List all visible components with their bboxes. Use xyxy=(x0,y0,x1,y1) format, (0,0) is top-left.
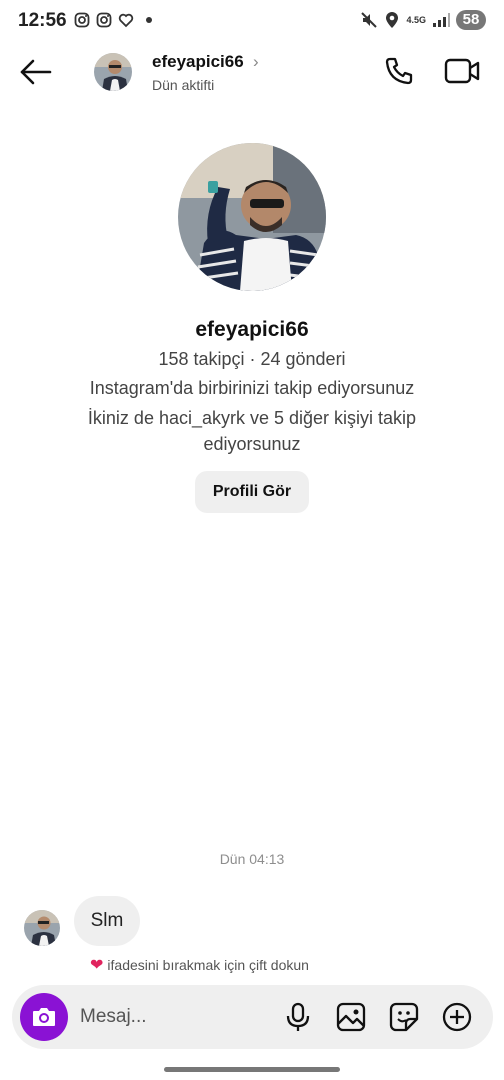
profile-avatar[interactable] xyxy=(178,143,326,291)
chat-header: efeyapici66 › Dün aktifti xyxy=(0,46,504,102)
profile-photo xyxy=(178,143,326,291)
camera-icon xyxy=(33,1008,55,1026)
phone-call-icon[interactable] xyxy=(384,56,414,86)
home-indicator[interactable] xyxy=(164,1067,340,1072)
notification-icons xyxy=(74,12,152,28)
system-icons: 4.5G 58 xyxy=(360,10,486,30)
more-notifications-dot xyxy=(146,17,152,23)
network-type: 4.5G xyxy=(406,14,426,25)
back-arrow-icon[interactable] xyxy=(18,56,54,88)
header-avatar[interactable] xyxy=(94,53,132,91)
avatar-photo xyxy=(94,53,132,91)
heart-icon: ❤ xyxy=(90,957,104,974)
message-bubble[interactable]: Slm xyxy=(74,896,140,946)
add-icon[interactable] xyxy=(441,1001,473,1033)
view-profile-button[interactable]: Profili Gör xyxy=(195,471,309,513)
avatar-photo xyxy=(24,910,60,946)
message-composer xyxy=(12,985,493,1049)
profile-name: efeyapici66 xyxy=(195,318,309,341)
header-username[interactable]: efeyapici66 xyxy=(152,52,244,72)
gallery-icon[interactable] xyxy=(335,1001,367,1033)
reaction-hint-text: ifadesini bırakmak için çift dokun xyxy=(107,957,309,973)
battery-indicator: 58 xyxy=(456,10,486,30)
reaction-hint: ❤ ifadesini bırakmak için çift dokun xyxy=(90,955,309,975)
location-icon xyxy=(386,12,399,28)
message-timestamp: Dün 04:13 xyxy=(219,851,285,867)
activity-status: Dün aktifti xyxy=(152,77,215,93)
profile-stats: 158 takipçi · 24 gönderi xyxy=(158,349,346,369)
camera-button[interactable] xyxy=(20,993,68,1041)
status-time: 12:56 xyxy=(18,10,67,31)
instagram-icon xyxy=(96,12,112,28)
message-input[interactable] xyxy=(80,1003,260,1031)
heart-notification-icon xyxy=(118,13,134,28)
instagram-icon xyxy=(74,12,90,28)
microphone-icon[interactable] xyxy=(282,1001,314,1033)
signal-icon xyxy=(433,13,450,27)
mute-icon xyxy=(361,12,378,28)
chevron-right-icon[interactable]: › xyxy=(253,52,259,72)
video-call-icon[interactable] xyxy=(444,56,480,86)
sticker-icon[interactable] xyxy=(388,1001,420,1033)
follow-status: Instagram'da birbirinizi takip ediyorsun… xyxy=(89,378,415,398)
mutual-follows: İkiniz de haci_akyrk ve 5 diğer kişiyi t… xyxy=(87,408,417,454)
sender-avatar[interactable] xyxy=(24,910,60,946)
status-bar: 12:56 4.5G 58 xyxy=(0,0,504,44)
